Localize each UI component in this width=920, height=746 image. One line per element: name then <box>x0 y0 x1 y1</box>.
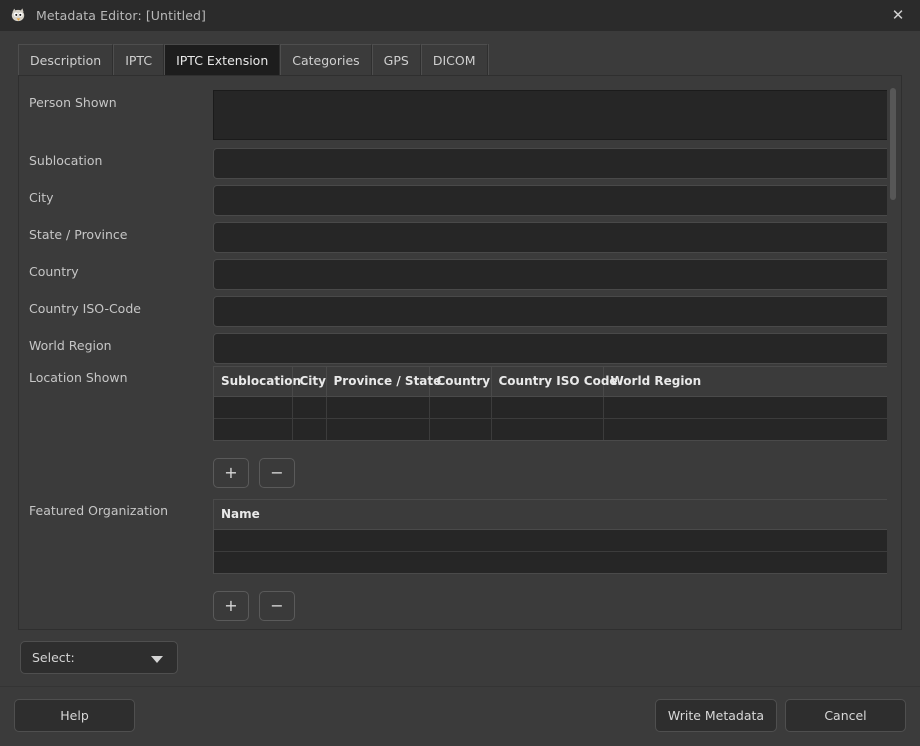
featured-organization-table[interactable]: Name <box>213 499 891 574</box>
add-organization-button[interactable]: + <box>213 591 249 621</box>
cell[interactable] <box>491 396 603 418</box>
table-header-row: Name <box>214 500 890 529</box>
cell[interactable] <box>491 418 603 440</box>
label-country: Country <box>29 264 79 279</box>
scrollbar-thumb[interactable] <box>890 88 896 200</box>
col-country[interactable]: Country <box>429 367 491 396</box>
iptc-extension-panel: Person Shown Sublocation City State / Pr… <box>18 76 902 630</box>
cell[interactable] <box>214 418 292 440</box>
col-country-iso-code[interactable]: Country ISO Code <box>491 367 603 396</box>
form-scroll-area: Person Shown Sublocation City State / Pr… <box>19 76 902 630</box>
bottom-divider <box>0 686 920 687</box>
col-province-state[interactable]: Province / State <box>326 367 429 396</box>
tab-description[interactable]: Description <box>18 44 113 75</box>
label-state-province: State / Province <box>29 227 127 242</box>
person-shown-input[interactable] <box>213 90 891 140</box>
window-title: Metadata Editor: [Untitled] <box>36 8 206 23</box>
tab-filler <box>488 44 903 75</box>
cell[interactable] <box>292 396 326 418</box>
label-world-region: World Region <box>29 338 112 353</box>
window-titlebar: Metadata Editor: [Untitled] ✕ <box>0 0 920 31</box>
label-location-shown: Location Shown <box>29 370 128 385</box>
chevron-down-icon <box>151 656 163 663</box>
table-header-row: Sublocation City Province / State Countr… <box>214 367 890 396</box>
col-name[interactable]: Name <box>214 500 890 529</box>
gimp-wilber-icon <box>10 7 27 24</box>
remove-organization-button[interactable]: − <box>259 591 295 621</box>
featured-organization-row-controls: + − <box>213 591 295 621</box>
cell[interactable] <box>214 529 890 551</box>
help-button[interactable]: Help <box>14 699 135 732</box>
cell[interactable] <box>214 551 890 573</box>
tab-gps[interactable]: GPS <box>372 44 421 75</box>
cell[interactable] <box>429 396 491 418</box>
label-country-iso-code: Country ISO-Code <box>29 301 141 316</box>
country-iso-code-input[interactable] <box>213 296 891 327</box>
cell[interactable] <box>292 418 326 440</box>
cell[interactable] <box>603 396 890 418</box>
cell[interactable] <box>603 418 890 440</box>
sublocation-input[interactable] <box>213 148 891 179</box>
cancel-button[interactable]: Cancel <box>785 699 906 732</box>
close-icon[interactable]: ✕ <box>876 0 920 31</box>
city-input[interactable] <box>213 185 891 216</box>
table-row[interactable] <box>214 418 890 440</box>
cell[interactable] <box>326 418 429 440</box>
location-shown-table[interactable]: Sublocation City Province / State Countr… <box>213 366 891 441</box>
remove-location-button[interactable]: − <box>259 458 295 488</box>
label-sublocation: Sublocation <box>29 153 102 168</box>
state-province-input[interactable] <box>213 222 891 253</box>
world-region-input[interactable] <box>213 333 891 364</box>
add-location-button[interactable]: + <box>213 458 249 488</box>
table-row[interactable] <box>214 529 890 551</box>
cell[interactable] <box>214 396 292 418</box>
country-input[interactable] <box>213 259 891 290</box>
table-row[interactable] <box>214 396 890 418</box>
tab-dicom[interactable]: DICOM <box>421 44 488 75</box>
table-row[interactable] <box>214 551 890 573</box>
cell[interactable] <box>429 418 491 440</box>
location-shown-row-controls: + − <box>213 458 295 488</box>
tab-iptc-extension[interactable]: IPTC Extension <box>164 44 280 75</box>
select-dropdown[interactable]: Select: <box>20 641 178 674</box>
col-sublocation[interactable]: Sublocation <box>214 367 292 396</box>
col-world-region[interactable]: World Region <box>603 367 890 396</box>
write-metadata-button[interactable]: Write Metadata <box>655 699 777 732</box>
tab-iptc[interactable]: IPTC <box>113 44 164 75</box>
label-featured-organization: Featured Organization <box>29 503 168 518</box>
select-dropdown-label: Select: <box>32 650 75 665</box>
label-person-shown: Person Shown <box>29 95 117 110</box>
vertical-scrollbar[interactable] <box>887 78 899 628</box>
tab-bar: Description IPTC IPTC Extension Categori… <box>18 45 902 76</box>
label-city: City <box>29 190 54 205</box>
cell[interactable] <box>326 396 429 418</box>
tab-categories[interactable]: Categories <box>280 44 371 75</box>
